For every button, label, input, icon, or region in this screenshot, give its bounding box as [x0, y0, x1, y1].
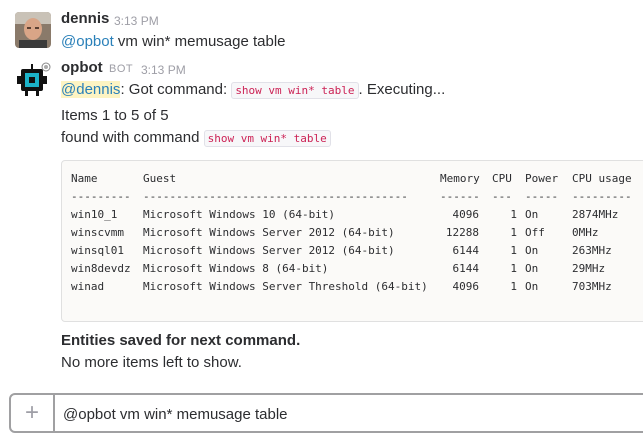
found-line: found with command show vm win* table	[61, 129, 331, 147]
cell-name: win8devdz	[71, 262, 131, 275]
cell-guest: Microsoft Windows 8 (64-bit)	[143, 262, 329, 275]
header-cpu-usage: CPU usage	[572, 172, 632, 185]
cell-memory: 4096	[452, 208, 480, 221]
cell-cpu-usage: 2874MHz	[572, 208, 619, 221]
bot-badge: BOT	[109, 63, 134, 75]
message-body: : Got command:	[120, 81, 232, 98]
cell-memory: 6144	[452, 262, 480, 275]
plus-icon: +	[24, 399, 39, 426]
cell-power: On	[525, 244, 539, 257]
separator: ------	[440, 190, 480, 203]
cell-cpu: 1	[510, 208, 517, 221]
cell-guest: Microsoft Windows Server 2012 (64-bit)	[143, 226, 395, 239]
message-body: . Executing...	[358, 81, 446, 98]
cell-memory: 4096	[452, 280, 480, 293]
cell-cpu: 1	[510, 280, 517, 293]
header-cpu: CPU	[492, 172, 512, 185]
table-row: winsql01 Microsoft Windows Server 2012 (…	[62, 244, 643, 259]
cell-power: On	[525, 262, 539, 275]
items-count-line: Items 1 to 5 of 5	[61, 107, 169, 124]
message-input[interactable]	[61, 402, 635, 426]
avatar-dennis[interactable]	[15, 12, 51, 48]
user-photo-icon	[15, 12, 51, 48]
preformatted-table: Name Guest Memory CPU Power CPU usage --…	[61, 160, 643, 322]
table-row: winad Microsoft Windows Server Threshold…	[62, 280, 643, 295]
author-name[interactable]: dennis	[61, 10, 109, 27]
cell-memory: 12288	[445, 226, 479, 239]
message-text: @opbot vm win* memusage table	[61, 33, 286, 50]
author-name[interactable]: opbot	[61, 59, 103, 76]
cell-memory: 6144	[452, 244, 480, 257]
header-name: Name	[71, 172, 98, 185]
cell-name: winad	[71, 280, 105, 293]
separator: ----------------------------------------	[143, 190, 408, 203]
cell-name: win10_1	[71, 208, 118, 221]
separator: -----	[525, 190, 559, 203]
header-power: Power	[525, 172, 559, 185]
cell-cpu-usage: 29MHz	[572, 262, 606, 275]
timestamp[interactable]: 3:13 PM	[114, 14, 159, 28]
separator: ---------	[71, 190, 131, 203]
table-row: win8devdz Microsoft Windows 8 (64-bit) 6…	[62, 262, 643, 277]
header-memory: Memory	[440, 172, 480, 185]
table-separator-row: --------- ------------------------------…	[62, 190, 643, 205]
message-body: vm win* memusage table	[113, 33, 286, 50]
inline-code: show vm win* table	[231, 82, 359, 99]
message-text: @dennis: Got command: show vm win* table…	[61, 81, 446, 99]
entities-saved-text: Entities saved for next command.	[61, 332, 301, 349]
cell-cpu-usage: 703MHz	[572, 280, 612, 293]
cell-cpu-usage: 263MHz	[572, 244, 612, 257]
cell-guest: Microsoft Windows Server 2012 (64-bit)	[143, 244, 395, 257]
cell-guest: Microsoft Windows Server Threshold (64-b…	[143, 280, 428, 293]
no-more-items-text: No more items left to show.	[61, 354, 242, 371]
inline-code: show vm win* table	[203, 130, 331, 147]
message-composer: +	[9, 393, 643, 433]
table-row: winscvmm Microsoft Windows Server 2012 (…	[62, 226, 643, 241]
cell-name: winsql01	[71, 244, 124, 257]
cell-name: winscvmm	[71, 226, 124, 239]
message-dennis: dennis 3:13 PM @opbot vm win* memusage t…	[0, 0, 643, 55]
cell-power: On	[525, 208, 539, 221]
mention-link[interactable]: @dennis	[61, 81, 121, 98]
cell-cpu: 1	[510, 262, 517, 275]
cell-power: Off	[525, 226, 545, 239]
table-header-row: Name Guest Memory CPU Power CPU usage	[62, 172, 643, 187]
cell-cpu-usage: 0MHz	[572, 226, 599, 239]
add-attachment-button[interactable]: +	[11, 395, 55, 431]
header-guest: Guest	[143, 172, 177, 185]
separator: ---	[492, 190, 512, 203]
timestamp[interactable]: 3:13 PM	[141, 63, 186, 77]
table-row: win10_1 Microsoft Windows 10 (64-bit) 40…	[62, 208, 643, 223]
message-body: found with command	[61, 129, 204, 146]
cell-power: On	[525, 280, 539, 293]
robot-icon	[17, 62, 51, 96]
cell-guest: Microsoft Windows 10 (64-bit)	[143, 208, 336, 221]
avatar-opbot[interactable]	[15, 61, 51, 97]
cell-cpu: 1	[510, 244, 517, 257]
separator: ---------	[572, 190, 632, 203]
mention-link[interactable]: @opbot	[61, 33, 114, 50]
cell-cpu: 1	[510, 226, 517, 239]
